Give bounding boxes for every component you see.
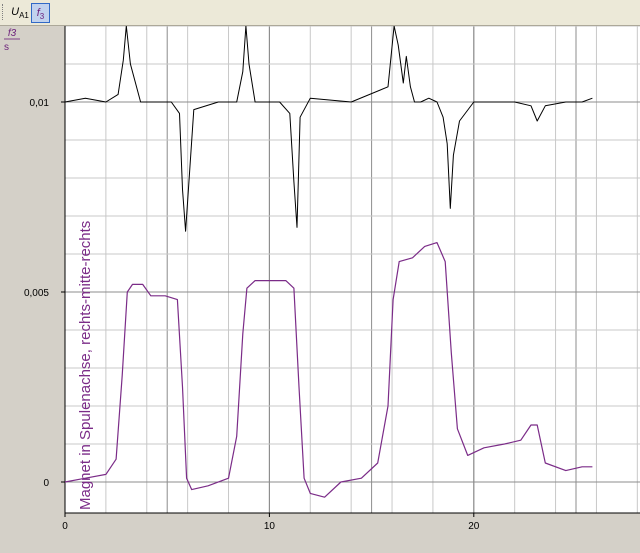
- channel-f3-sub: 3: [39, 12, 45, 22]
- y-tick-label: 0: [43, 478, 49, 489]
- chart[interactable]: 0 0,005 0,01 0 10 20 f3 s Magnet in Spulenac…: [0, 26, 640, 553]
- x-tick-label: 10: [264, 521, 276, 532]
- annotation-text: Magnet in Spulenachse, rechts-mitte-rech…: [77, 221, 94, 510]
- x-tick-label: 20: [468, 521, 480, 532]
- plot-area[interactable]: [65, 26, 640, 513]
- unit-bottom-label: s: [4, 42, 9, 53]
- y-tick-label: 0,01: [30, 98, 50, 109]
- x-tick-label: 0: [62, 521, 68, 532]
- toolbar: UA1 f3: [0, 0, 640, 26]
- channel-ua1-label: U: [11, 6, 20, 18]
- unit-top-label: f3: [8, 28, 17, 39]
- toolbar-grip[interactable]: [2, 4, 6, 20]
- channel-ua1-button[interactable]: UA1: [7, 3, 33, 21]
- channel-f3-button[interactable]: f3: [31, 3, 50, 23]
- y-tick-label: 0,005: [24, 288, 49, 299]
- channel-ua1-sub: A1: [19, 11, 29, 21]
